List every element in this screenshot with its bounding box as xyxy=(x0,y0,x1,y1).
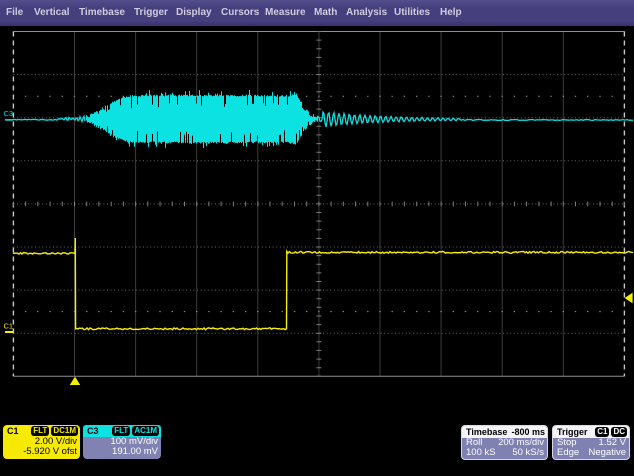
svg-text:C3: C3 xyxy=(4,109,14,118)
svg-text:C1: C1 xyxy=(4,322,14,331)
